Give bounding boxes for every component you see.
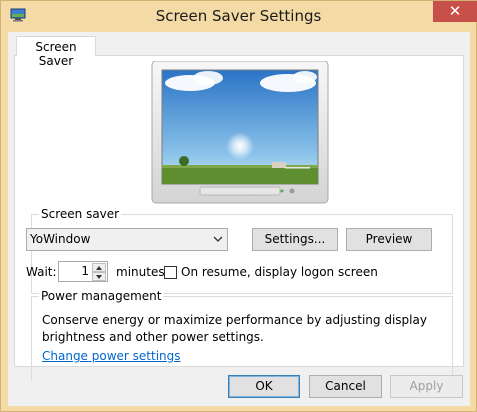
screen-saver-dropdown[interactable]: YoWindow: [26, 228, 228, 251]
spin-down-icon[interactable]: [92, 272, 106, 281]
screen-saver-preview: [151, 61, 329, 204]
tab-screen-saver[interactable]: Screen Saver: [16, 36, 96, 68]
wait-minutes-stepper[interactable]: 1: [58, 261, 108, 282]
power-management-group-label: Power management: [39, 289, 164, 303]
resume-logon-checkbox[interactable]: [164, 266, 177, 279]
settings-button[interactable]: Settings...: [252, 228, 338, 251]
spin-up-icon[interactable]: [92, 263, 106, 272]
preview-button[interactable]: Preview: [346, 228, 432, 251]
wait-label: Wait:: [26, 265, 57, 279]
chevron-down-icon: [213, 236, 223, 242]
apply-button[interactable]: Apply: [390, 375, 463, 398]
tab-label: Screen Saver: [35, 40, 77, 68]
dialog-body: Screen Saver Screen saver YoWindow Setti…: [8, 32, 470, 406]
title-bar[interactable]: Screen Saver Settings ✕: [1, 1, 477, 32]
screen-saver-selected: YoWindow: [30, 232, 91, 246]
screen-saver-group-label: Screen saver: [39, 207, 122, 221]
window-title: Screen Saver Settings: [155, 7, 322, 25]
tab-panel: Screen saver YoWindow Settings... Previe…: [14, 55, 464, 381]
screen-saver-group: Screen saver: [31, 207, 453, 294]
screen-saver-settings-window: Screen Saver Settings ✕ Screen Saver Scr…: [0, 0, 477, 412]
power-management-description: Conserve energy or maximize performance …: [42, 313, 427, 344]
close-button[interactable]: ✕: [433, 1, 477, 22]
resume-logon-label[interactable]: On resume, display logon screen: [181, 265, 378, 279]
change-power-settings-link[interactable]: Change power settings: [42, 349, 181, 363]
cancel-button[interactable]: Cancel: [309, 375, 382, 398]
minutes-label: minutes: [116, 265, 165, 279]
wait-value: 1: [81, 264, 89, 278]
ok-button[interactable]: OK: [228, 375, 300, 398]
